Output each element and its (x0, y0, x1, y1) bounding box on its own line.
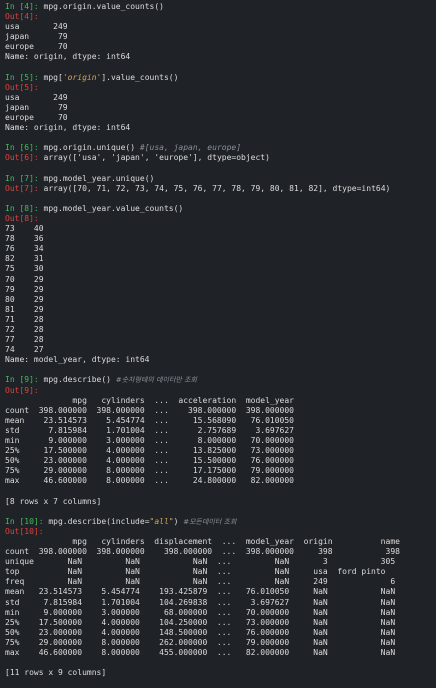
output-line: count 398.000000 398.000000 398.000000 .… (5, 547, 400, 557)
output-prompt: Out[7]: (5, 183, 39, 193)
output-line: 71 28 (5, 314, 44, 324)
output-line: Name: origin, dtype: int64 (5, 52, 131, 62)
cell-spacer (5, 365, 436, 375)
output-line: 72 28 (5, 325, 44, 334)
output-line: 82 31 (5, 254, 44, 264)
input-line[interactable]: In [7]: mpg.model_year.unique() (5, 174, 436, 184)
output-prompt-line: Out[8]: (5, 214, 436, 224)
output-line: Out[7]: array([70, 71, 72, 73, 74, 75, 7… (5, 184, 436, 194)
cell-spacer (5, 507, 436, 517)
output-text: array(['usa', 'japan', 'europe'], dtype=… (43, 153, 270, 163)
output-line: 81 29 (5, 304, 44, 314)
output-line: 76 34 (5, 244, 44, 254)
output-line: 78 36 (5, 234, 44, 244)
output-line: 25% 17.500000 4.000000 ... 13.825000 73.… (5, 446, 294, 456)
output-line: 77 28 (5, 335, 44, 345)
code-token: ) (173, 516, 184, 526)
ipython-console[interactable]: In [4]: mpg.origin.value_counts() Out[4]:… (0, 0, 436, 688)
output-line: [8 rows x 7 columns] (5, 496, 102, 506)
output-line: [11 rows x 9 columns] (5, 668, 107, 678)
output-text: array([70, 71, 72, 73, 74, 75, 76, 77, 7… (43, 183, 391, 193)
cell-spacer (5, 63, 436, 73)
output-line: japan 79 (5, 102, 68, 112)
output-line: usa 249 (5, 92, 68, 102)
output-prompt: Out[10]: (5, 526, 44, 536)
output-prompt-line: Out[4]: (5, 12, 436, 22)
code-token: mpg.describe(include= (48, 516, 150, 526)
input-line[interactable]: In [5]: mpg['origin'].value_counts() (5, 73, 436, 83)
input-line[interactable]: In [9]: mpg.describe() #숫자형태의 데이터만 조회 (5, 375, 436, 385)
cell-spacer (5, 164, 436, 174)
output-prompt: Out[8]: (5, 213, 39, 223)
cell-spacer (5, 194, 436, 204)
input-line[interactable]: In [8]: mpg.model_year.value_counts() (5, 204, 436, 214)
input-prompt: In [5]: (5, 72, 39, 82)
output-line: 75% 29.000000 8.000000 ... 17.175000 79.… (5, 466, 294, 476)
code-token: mpg.model_year.value_counts() (43, 203, 184, 213)
input-prompt: In [4]: (5, 2, 39, 11)
output-line: mean 23.514573 5.454774 ... 15.568090 76… (5, 415, 294, 425)
output-line: max 46.600000 8.000000 ... 24.800000 82.… (5, 476, 294, 486)
output-prompt-line: Out[10]: (5, 527, 436, 537)
input-prompt: In [7]: (5, 173, 39, 183)
output-line: mpg cylinders ... acceleration model_yea… (5, 395, 294, 405)
code-token: ].value_counts() (101, 72, 179, 82)
output-line: mean 23.514573 5.454774 193.425879 ... 7… (5, 587, 396, 597)
output-line: std 7.815984 1.701004 104.269838 ... 3.6… (5, 597, 396, 607)
output-line: min 9.000000 3.000000 ... 8.000000 70.00… (5, 436, 294, 446)
output-line: min 9.000000 3.000000 68.000000 ... 70.0… (5, 607, 396, 617)
input-prompt: In [10]: (5, 516, 44, 526)
output-line: 75 30 (5, 264, 44, 274)
output-line: 79 29 (5, 284, 44, 294)
input-line[interactable]: In [6]: mpg.origin.unique() #[usa, japan… (5, 143, 436, 153)
output-line: 70 29 (5, 274, 44, 284)
output-line: 73 40 (5, 224, 44, 234)
code-token: mpg.origin.unique() (43, 143, 140, 153)
input-line[interactable]: In [10]: mpg.describe(include="all") #모든… (5, 517, 436, 527)
output-prompt: Out[9]: (5, 385, 39, 395)
output-line: 80 29 (5, 294, 44, 304)
input-prompt: In [8]: (5, 203, 39, 213)
output-line: mpg cylinders displacement ... model_yea… (5, 536, 400, 546)
output-line: europe 70 (5, 113, 68, 123)
code-token: #[usa, japan, europe] (139, 143, 242, 153)
output-prompt: Out[4]: (5, 12, 39, 22)
output-prompt-line: Out[5]: (5, 83, 436, 93)
code-token: mpg.origin.value_counts() (43, 2, 164, 11)
output-line: japan 79 (5, 32, 68, 42)
code-token: "all" (149, 516, 174, 526)
output-line: unique NaN NaN NaN ... NaN 3 305 (5, 557, 396, 567)
input-line[interactable]: In [4]: mpg.origin.value_counts() (5, 2, 436, 12)
output-line: count 398.000000 398.000000 ... 398.0000… (5, 405, 294, 415)
output-line: 74 27 (5, 345, 44, 355)
output-line: freq NaN NaN NaN ... NaN 249 6 (5, 577, 396, 587)
output-line: Name: model_year, dtype: int64 (5, 355, 150, 365)
output-prompt: Out[5]: (5, 82, 39, 92)
code-token: mpg.describe() (43, 375, 116, 385)
input-prompt: In [6]: (5, 143, 39, 153)
output-line: 75% 29.000000 8.000000 262.000000 ... 79… (5, 637, 396, 647)
output-line: 25% 17.500000 4.000000 104.250000 ... 73… (5, 617, 396, 627)
input-prompt: In [9]: (5, 375, 39, 385)
output-line: Name: origin, dtype: int64 (5, 123, 131, 133)
output-line: std 7.815984 1.701004 ... 2.757689 3.697… (5, 425, 294, 435)
cell-spacer (5, 133, 436, 143)
output-prompt: Out[6]: (5, 153, 39, 163)
output-line: usa 249 (5, 22, 68, 32)
cell-spacer (5, 678, 436, 688)
code-token: #모든데이터 조회 (183, 517, 237, 526)
output-prompt-line: Out[9]: (5, 386, 436, 396)
output-line: 50% 23.000000 4.000000 148.500000 ... 76… (5, 627, 396, 637)
output-line: top NaN NaN NaN ... NaN usa ford pinto (5, 567, 386, 577)
code-token: mpg[ (43, 72, 63, 82)
output-line: Out[6]: array(['usa', 'japan', 'europe']… (5, 153, 436, 163)
output-line: 50% 23.000000 4.000000 ... 15.500000 76.… (5, 456, 294, 466)
output-line: max 46.600000 8.000000 455.000000 ... 82… (5, 648, 396, 657)
code-token: #숫자형태의 데이터만 조회 (115, 376, 197, 385)
code-token: mpg.model_year.unique() (43, 173, 155, 183)
code-token: 'origin' (62, 72, 102, 82)
output-line: europe 70 (5, 42, 68, 52)
